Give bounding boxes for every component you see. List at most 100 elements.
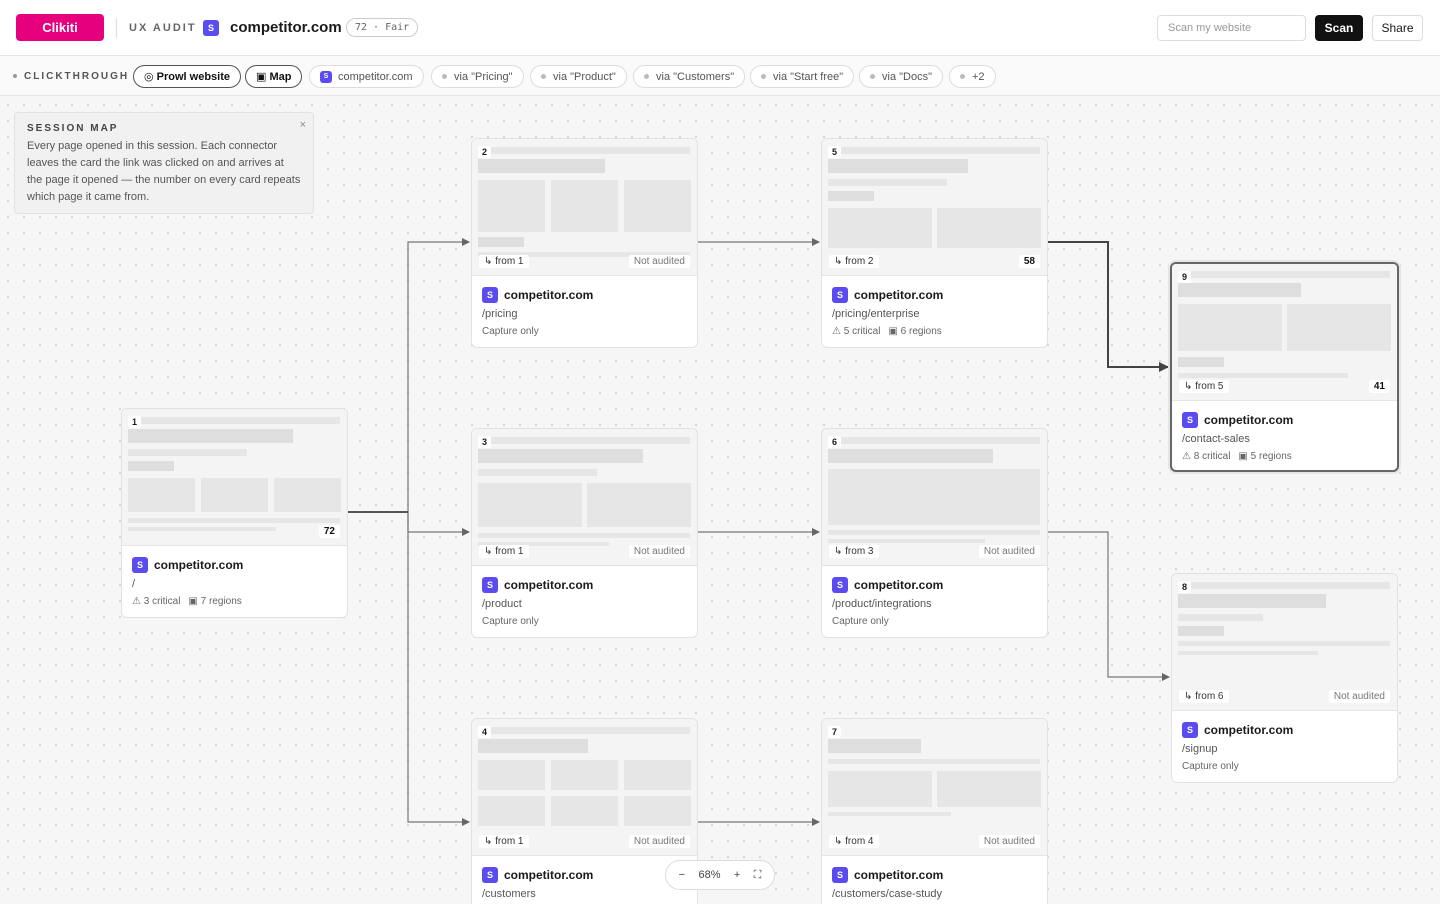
card-domain: competitor.com <box>504 288 594 302</box>
from-tag: ↳ from 5 <box>1179 380 1229 393</box>
prowl-website-button[interactable]: ◎ Prowl website <box>133 65 242 88</box>
crumb-dot-icon <box>761 74 766 79</box>
page-thumbnail: 9 ↳ from 5 41 <box>1172 264 1397 401</box>
regions-count: ▣ 6 regions <box>888 326 942 337</box>
connector-1-2 <box>348 238 470 513</box>
card-path: /product/integrations <box>832 598 932 610</box>
crumb-via-start-free[interactable]: via "Start free" <box>750 65 855 88</box>
crumb-via-product[interactable]: via "Product" <box>530 65 627 88</box>
crumb-label: via "Pricing" <box>454 70 513 83</box>
connector-6-8 <box>1048 531 1170 681</box>
page-thumbnail: 1 72 <box>122 409 347 546</box>
regions-count: ▣ 5 regions <box>1238 451 1292 462</box>
card-path: /product <box>482 598 522 610</box>
card-number: 3 <box>478 436 492 448</box>
site-favicon-icon: S <box>482 287 498 303</box>
card-info: Scompetitor.com /product Capture only <box>482 577 687 627</box>
card-number: 4 <box>478 726 492 738</box>
audit-score: 58 <box>1018 255 1040 268</box>
crumb-label: competitor.com <box>338 70 413 83</box>
crumb-via-customers[interactable]: via "Customers" <box>633 65 746 88</box>
zoom-out-button[interactable]: − <box>679 869 685 881</box>
card-meta: ⚠ 8 critical ▣ 5 regions <box>1182 451 1387 462</box>
clickthrough-dot-icon <box>13 74 17 78</box>
connector-5-9 <box>1048 241 1169 372</box>
audit-status: Not audited <box>978 545 1040 558</box>
card-domain: competitor.com <box>504 868 594 882</box>
crumb-root[interactable]: Scompetitor.com <box>309 65 424 88</box>
card-number: 6 <box>828 436 842 448</box>
card-info: Scompetitor.com /product/integrations Ca… <box>832 577 1037 627</box>
site-favicon-icon: S <box>1182 722 1198 738</box>
fit-to-screen-icon[interactable]: ⛶ <box>754 869 762 882</box>
page-thumbnail: 3 ↳ from 1 Not audited <box>472 429 697 566</box>
crumb-label: via "Docs" <box>882 70 932 83</box>
scan-url-input[interactable] <box>1157 15 1306 41</box>
note-body: Every page opened in this session. Each … <box>27 140 301 203</box>
top-bar: Clikiti UX AUDIT S competitor.com 72 · F… <box>0 0 1440 56</box>
zoom-in-button[interactable]: + <box>734 869 740 881</box>
header-divider <box>116 18 117 38</box>
crumb-via-pricing[interactable]: via "Pricing" <box>431 65 524 88</box>
page-card-3[interactable]: 3 ↳ from 1 Not audited Scompetitor.com /… <box>471 428 698 638</box>
share-button[interactable]: Share <box>1372 15 1423 41</box>
crumb-more[interactable]: +2 <box>949 65 996 88</box>
site-favicon-icon: S <box>132 557 148 573</box>
page-card-5[interactable]: 5 ↳ from 2 58 Scompetitor.com /pricing/e… <box>821 138 1048 348</box>
card-info: Scompetitor.com /customers/case-study <box>832 867 1037 900</box>
from-tag: ↳ from 3 <box>829 545 879 558</box>
site-favicon-icon: S <box>1182 412 1198 428</box>
page-thumbnail: 2 ↳ from 1 Not audited <box>472 139 697 276</box>
crumb-via-docs[interactable]: via "Docs" <box>859 65 943 88</box>
card-path: /contact-sales <box>1182 433 1250 445</box>
card-domain: competitor.com <box>854 288 944 302</box>
card-number: 5 <box>828 146 842 158</box>
page-thumbnail: 6 ↳ from 3 Not audited <box>822 429 1047 566</box>
map-view-button[interactable]: ▣ Map <box>245 65 303 88</box>
capture-only-label: Capture only <box>1182 761 1239 772</box>
connector-1-4 <box>348 511 470 826</box>
page-card-9[interactable]: 9 ↳ from 5 41 Scompetitor.com /contact-s… <box>1170 262 1399 472</box>
scan-button[interactable]: Scan <box>1315 15 1363 41</box>
zoom-level: 68% <box>698 869 721 881</box>
session-map-note: × SESSION MAP Every page opened in this … <box>14 112 314 214</box>
page-thumbnail: 4 ↳ from 1 Not audited <box>472 719 697 856</box>
card-domain: competitor.com <box>1204 413 1294 427</box>
audit-status: Not audited <box>1328 690 1390 703</box>
audit-status: Not audited <box>628 835 690 848</box>
page-card-2[interactable]: 2 ↳ from 1 Not audited Scompetitor.com /… <box>471 138 698 348</box>
audit-status: Not audited <box>628 255 690 268</box>
card-number: 9 <box>1178 271 1192 283</box>
site-favicon-icon: S <box>203 20 219 36</box>
page-card-4[interactable]: 4 ↳ from 1 Not audited Scompetitor.com /… <box>471 718 698 904</box>
card-info: Scompetitor.com /pricing Capture only <box>482 287 687 337</box>
regions-count: ▣ 7 regions <box>188 596 242 607</box>
site-favicon-icon: S <box>832 287 848 303</box>
close-icon[interactable]: × <box>300 119 306 131</box>
capture-only-label: Capture only <box>482 326 539 337</box>
crumb-dot-icon <box>960 74 965 79</box>
zoom-control: − 68% + ⛶ <box>665 860 775 890</box>
page-card-8[interactable]: 8 ↳ from 6 Not audited Scompetitor.com /… <box>1171 573 1398 783</box>
page-card-6[interactable]: 6 ↳ from 3 Not audited Scompetitor.com /… <box>821 428 1048 638</box>
page-card-1[interactable]: 1 72 Scompetitor.com / ⚠ 3 critical ▣ 7 r… <box>121 408 348 618</box>
clickthrough-label: CLICKTHROUGH <box>24 71 130 82</box>
clickthrough-bar: CLICKTHROUGH ◎ Prowl website ▣ Map Scomp… <box>0 56 1440 96</box>
audit-score: 41 <box>1368 380 1390 393</box>
site-favicon-icon: S <box>482 577 498 593</box>
audit-status: Not audited <box>628 545 690 558</box>
from-tag: ↳ from 4 <box>829 835 879 848</box>
capture-only-label: Capture only <box>832 616 889 627</box>
critical-count: ⚠ 3 critical <box>132 596 181 607</box>
crumb-dot-icon <box>870 74 875 79</box>
session-map-canvas[interactable]: × SESSION MAP Every page opened in this … <box>0 97 1440 904</box>
brand-logo-button[interactable]: Clikiti <box>16 14 104 41</box>
card-domain: competitor.com <box>854 578 944 592</box>
critical-count: ⚠ 5 critical <box>832 326 881 337</box>
page-card-7[interactable]: 7 ↳ from 4 Not audited Scompetitor.com /… <box>821 718 1048 904</box>
card-path: /pricing <box>482 308 518 320</box>
card-number: 1 <box>128 416 142 428</box>
audit-status: Not audited <box>978 835 1040 848</box>
card-info: Scompetitor.com /customers <box>482 867 687 900</box>
crumb-label: +2 <box>972 70 985 83</box>
